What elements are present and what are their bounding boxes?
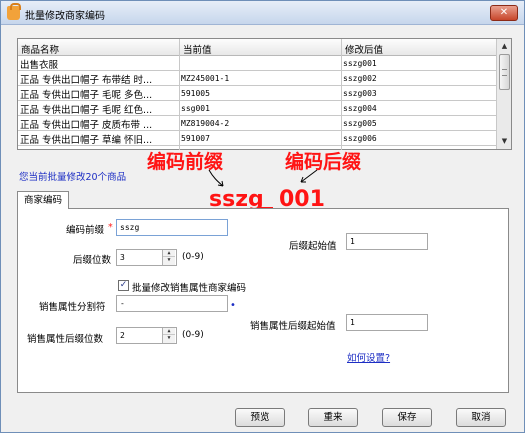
attr-digits-label: 销售属性后缀位数 [27,334,104,345]
check-icon: ✓ [119,280,128,290]
close-icon: ✕ [499,7,509,18]
prefix-input[interactable]: sszg [116,219,228,236]
separator-value: - [120,299,125,308]
cell-name: 正品 专供出口帽子 毛呢 红色... [20,105,153,116]
column-header-new[interactable]: 修改后值 [345,42,383,56]
suffix-arrow-icon [300,169,318,183]
product-table: 商品名称 当前值 修改后值 出售衣服 sszg001 正品 专供出口帽子 布带结… [17,38,512,150]
prefix-label: 编码前缀 [66,225,105,236]
spin-up-icon[interactable]: ▲ [163,328,175,335]
cell-current: MZ245001-1 [181,74,230,83]
app-icon [7,3,21,20]
cell-name: 正品 专供出口帽子 皮质布带 ... [20,120,153,131]
title-bar[interactable]: 批量修改商家编码 ✕ [1,1,524,25]
cancel-button[interactable]: 取消 [456,408,506,427]
cell-name: 正品 专供出口帽子 草编 怀旧... [20,135,153,146]
batch-attr-checkbox[interactable]: ✓ [118,280,129,291]
close-button[interactable]: ✕ [490,5,518,21]
attr-start-value: 1 [350,318,355,327]
cell-current: 591005 [181,89,210,98]
preview-button[interactable]: 预览 [235,408,285,427]
dialog-window: 批量修改商家编码 ✕ 商品名称 当前值 修改后值 出售衣服 sszg001 正品… [0,0,525,433]
table-row[interactable]: 正品 专供出口帽子 布带结 时... MZ245001-1 sszg002 [18,71,497,86]
cell-name: 正品 专供出口帽子 布带结 时... [20,75,153,86]
suffix-digits-stepper[interactable]: 3 ▲ ▼ [116,249,177,266]
cell-new: sszg002 [343,74,377,83]
selection-info: 您当前批量修改20个商品 [19,172,127,183]
cell-current: MZ819004-2 [181,119,230,128]
separator-label: 销售属性分割符 [39,302,106,313]
batch-attr-checkbox-label[interactable]: 批量修改销售属性商家编码 [132,280,246,294]
table-header: 商品名称 当前值 修改后值 [18,39,497,56]
reset-button[interactable]: 重来 [308,408,358,427]
table-row[interactable]: 正品 专供出口帽子 毛呢 红色... ssg001 sszg004 [18,101,497,116]
separator-marker: • [230,300,236,311]
scroll-down-icon[interactable]: ▼ [498,135,511,148]
table-scrollbar[interactable]: ▲ ▼ [496,39,511,149]
cell-new: sszg001 [343,59,377,68]
cell-current: 591007 [181,134,210,143]
cell-new: sszg005 [343,119,377,128]
suffix-digits-hint: (0-9) [182,252,204,262]
attr-digits-value: 2 [120,331,125,340]
spin-up-icon[interactable]: ▲ [163,250,175,257]
attr-digits-stepper[interactable]: 2 ▲ ▼ [116,327,177,344]
cell-current: ssg001 [181,104,210,113]
window-title: 批量修改商家编码 [25,11,105,22]
cell-new: sszg006 [343,134,377,143]
tab-label: 商家编码 [23,195,62,206]
table-row[interactable]: 正品 专供出口帽子 毛呢 多色... 591005 sszg003 [18,86,497,101]
table-body: 出售衣服 sszg001 正品 专供出口帽子 布带结 时... MZ245001… [18,56,497,146]
prefix-input-value: sszg [120,223,140,232]
spin-down-icon[interactable]: ▼ [163,335,175,342]
separator-input[interactable]: - [116,295,228,312]
column-header-name[interactable]: 商品名称 [21,42,59,56]
save-button[interactable]: 保存 [382,408,432,427]
column-header-current[interactable]: 当前值 [183,42,212,56]
tab-merchant-code[interactable]: 商家编码 [17,191,69,209]
scroll-up-icon[interactable]: ▲ [498,40,511,53]
help-link[interactable]: 如何设置? [347,350,390,364]
cell-new: sszg003 [343,89,377,98]
table-row[interactable]: 出售衣服 sszg001 [18,56,497,71]
suffix-digits-value: 3 [120,253,125,262]
attr-start-input[interactable]: 1 [346,314,428,331]
cell-new: sszg004 [343,104,377,113]
suffix-digits-spin[interactable]: ▲ ▼ [162,250,175,265]
suffix-digits-label: 后缀位数 [73,255,112,266]
spin-down-icon[interactable]: ▼ [163,257,175,264]
attr-digits-spin[interactable]: ▲ ▼ [162,328,175,343]
suffix-start-input[interactable]: 1 [346,233,428,250]
table-row[interactable]: 正品 专供出口帽子 皮质布带 ... MZ819004-2 sszg005 [18,116,497,131]
scroll-thumb[interactable] [499,54,510,90]
suffix-start-label: 后缀起始值 [289,241,337,252]
attr-start-label: 销售属性后缀起始值 [250,321,336,332]
attr-digits-hint: (0-9) [182,330,204,340]
cell-name: 出售衣服 [20,60,59,71]
table-row[interactable]: 正品 专供出口帽子 草编 怀旧... 591007 sszg006 [18,131,497,146]
cell-name: 正品 专供出口帽子 毛呢 多色... [20,90,153,101]
required-mark: * [108,222,113,233]
suffix-start-value: 1 [350,237,355,246]
